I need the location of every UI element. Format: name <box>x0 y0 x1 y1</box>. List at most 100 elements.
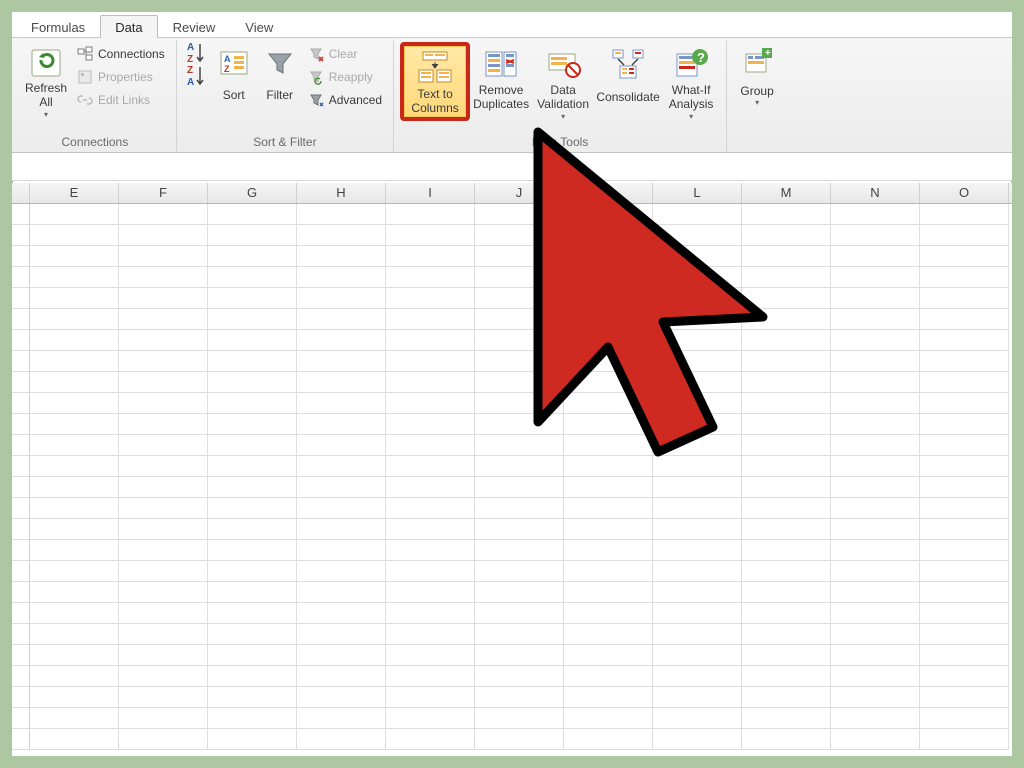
cell[interactable] <box>30 288 119 309</box>
cell[interactable] <box>208 288 297 309</box>
cell[interactable] <box>119 288 208 309</box>
cell[interactable] <box>920 414 1009 435</box>
cell[interactable] <box>297 519 386 540</box>
cell[interactable] <box>386 414 475 435</box>
cell[interactable] <box>475 477 564 498</box>
cell[interactable] <box>831 561 920 582</box>
advanced-button[interactable]: Advanced <box>303 88 387 111</box>
cell[interactable] <box>742 225 831 246</box>
cell[interactable] <box>475 582 564 603</box>
cell[interactable] <box>742 687 831 708</box>
cell[interactable] <box>208 477 297 498</box>
cell[interactable] <box>30 204 119 225</box>
cell[interactable] <box>564 477 653 498</box>
cell[interactable] <box>386 729 475 750</box>
cell[interactable] <box>297 267 386 288</box>
cell[interactable] <box>386 225 475 246</box>
cell[interactable] <box>831 624 920 645</box>
refresh-all-button[interactable]: Refresh All▾ <box>20 42 72 120</box>
column-header[interactable]: M <box>742 183 831 203</box>
cell[interactable] <box>831 414 920 435</box>
cell[interactable] <box>297 477 386 498</box>
cell[interactable] <box>831 687 920 708</box>
column-header[interactable]: F <box>119 183 208 203</box>
cell[interactable] <box>119 519 208 540</box>
cell[interactable] <box>831 603 920 624</box>
cell[interactable] <box>297 393 386 414</box>
cell[interactable] <box>386 603 475 624</box>
cell[interactable] <box>475 624 564 645</box>
cell[interactable] <box>831 456 920 477</box>
column-header[interactable]: J <box>475 183 564 203</box>
cell[interactable] <box>475 645 564 666</box>
cell[interactable] <box>475 309 564 330</box>
cell[interactable] <box>742 372 831 393</box>
cell[interactable] <box>564 561 653 582</box>
cell[interactable] <box>564 267 653 288</box>
cell[interactable] <box>30 603 119 624</box>
cell[interactable] <box>119 225 208 246</box>
reapply-button[interactable]: Reapply <box>303 65 387 88</box>
cell[interactable] <box>297 309 386 330</box>
cell[interactable] <box>208 435 297 456</box>
cell[interactable] <box>742 729 831 750</box>
sort-button[interactable]: A Z Sort <box>211 42 257 111</box>
cell[interactable] <box>564 456 653 477</box>
tab-formulas[interactable]: Formulas <box>16 15 100 38</box>
cell[interactable] <box>297 624 386 645</box>
cell[interactable] <box>742 309 831 330</box>
cell[interactable] <box>119 267 208 288</box>
cell[interactable] <box>564 645 653 666</box>
cell[interactable] <box>475 393 564 414</box>
cell[interactable] <box>30 267 119 288</box>
cell[interactable] <box>30 372 119 393</box>
worksheet-grid[interactable]: EFGHIJKLMNO <box>12 183 1012 756</box>
cell[interactable] <box>208 225 297 246</box>
cell[interactable] <box>119 582 208 603</box>
cell[interactable] <box>564 330 653 351</box>
cell[interactable] <box>475 351 564 372</box>
cell[interactable] <box>742 666 831 687</box>
cell[interactable] <box>564 624 653 645</box>
cell[interactable] <box>920 561 1009 582</box>
cell[interactable] <box>386 708 475 729</box>
cell[interactable] <box>297 729 386 750</box>
cell[interactable] <box>564 729 653 750</box>
cell[interactable] <box>30 435 119 456</box>
cell[interactable] <box>208 645 297 666</box>
cell[interactable] <box>386 519 475 540</box>
cell[interactable] <box>208 603 297 624</box>
cell[interactable] <box>920 246 1009 267</box>
cell[interactable] <box>653 666 742 687</box>
cell[interactable] <box>564 435 653 456</box>
cell[interactable] <box>119 204 208 225</box>
cell[interactable] <box>831 477 920 498</box>
cell[interactable] <box>208 540 297 561</box>
cell[interactable] <box>564 288 653 309</box>
cell[interactable] <box>119 708 208 729</box>
column-header[interactable]: N <box>831 183 920 203</box>
cell[interactable] <box>30 498 119 519</box>
cell[interactable] <box>386 666 475 687</box>
cell[interactable] <box>297 498 386 519</box>
cell[interactable] <box>30 666 119 687</box>
cell[interactable] <box>475 519 564 540</box>
cell[interactable] <box>831 246 920 267</box>
cell[interactable] <box>475 456 564 477</box>
cell[interactable] <box>831 645 920 666</box>
cell[interactable] <box>30 561 119 582</box>
edit-links-button[interactable]: Edit Links <box>72 88 170 111</box>
cell[interactable] <box>475 246 564 267</box>
consolidate-button[interactable]: Consolidate <box>594 42 662 113</box>
text-to-columns-button[interactable]: Text to Columns <box>404 46 466 117</box>
cell[interactable] <box>564 246 653 267</box>
cell[interactable] <box>475 288 564 309</box>
cell[interactable] <box>742 561 831 582</box>
cell[interactable] <box>564 540 653 561</box>
cell[interactable] <box>653 729 742 750</box>
cell[interactable] <box>386 330 475 351</box>
cell[interactable] <box>119 603 208 624</box>
cell[interactable] <box>119 729 208 750</box>
cell[interactable] <box>653 519 742 540</box>
cell[interactable] <box>208 582 297 603</box>
